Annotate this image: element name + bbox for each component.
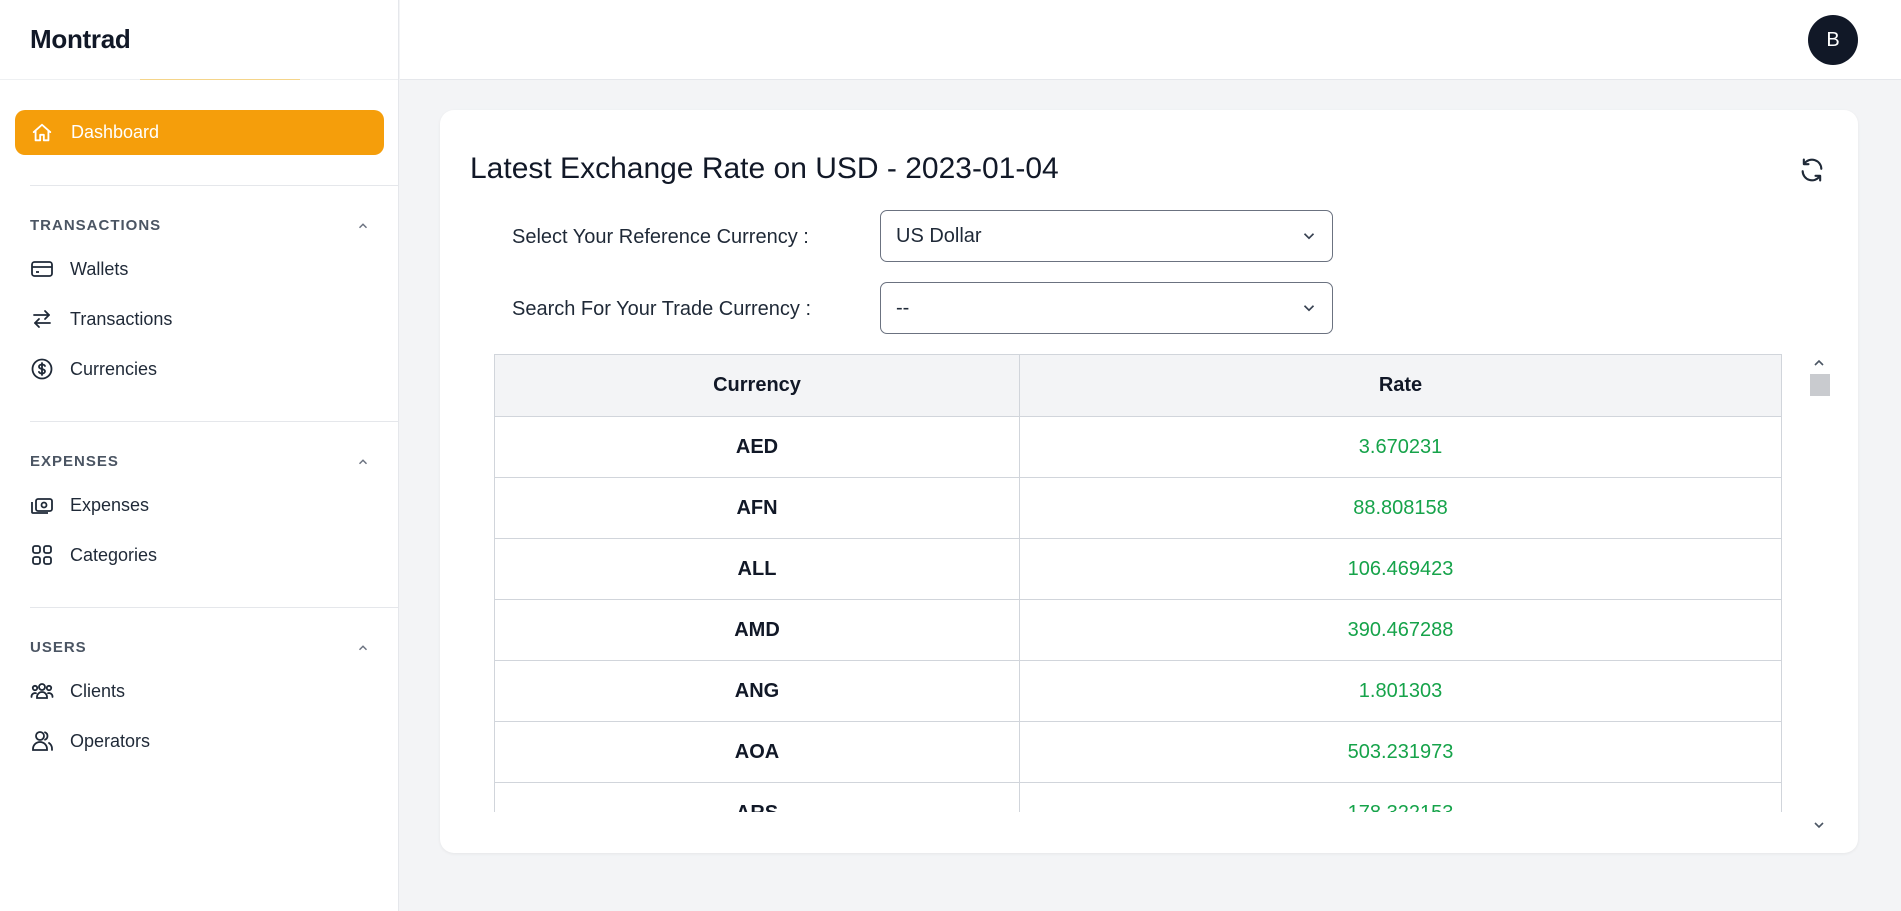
- table-scrollbar[interactable]: [1808, 354, 1830, 834]
- chevron-down-icon: [1300, 227, 1318, 245]
- page-title: Latest Exchange Rate on USD - 2023-01-04: [470, 152, 1059, 185]
- currency-cell: AMD: [494, 599, 1020, 661]
- rate-cell: 390.467288: [1019, 599, 1782, 661]
- table-row: ANG 1.801303: [494, 660, 1782, 722]
- rate-cell: 503.231973: [1019, 721, 1782, 783]
- select-value: US Dollar: [896, 224, 982, 247]
- sidebar-item-label: Dashboard: [71, 122, 160, 142]
- sidebar-item-categories[interactable]: Categories: [30, 543, 157, 567]
- scroll-thumb[interactable]: [1810, 374, 1830, 396]
- scroll-down-arrow-icon[interactable]: [1808, 816, 1830, 834]
- sidebar-item-label: Expenses: [70, 494, 150, 515]
- sidebar-item-wallets[interactable]: Wallets: [30, 257, 128, 281]
- trade-currency-label: Search For Your Trade Currency :: [512, 298, 812, 320]
- section-title-label: USERS: [30, 639, 87, 656]
- sidebar: Montrad Dashboard TRANSACTIONS Wallets T…: [0, 0, 399, 911]
- currency-cell: AOA: [494, 721, 1020, 783]
- chevron-up-icon: [356, 641, 370, 655]
- divider: [30, 185, 399, 186]
- sidebar-item-transactions[interactable]: Transactions: [30, 307, 172, 331]
- home-icon: [31, 122, 53, 144]
- table-header-row: Currency Rate: [494, 354, 1782, 417]
- table-row: AOA 503.231973: [494, 721, 1782, 783]
- column-header-rate: Rate: [1019, 354, 1782, 417]
- sidebar-item-expenses[interactable]: Expenses: [30, 493, 149, 517]
- currency-cell: ALL: [494, 538, 1020, 600]
- currency-cell: AED: [494, 416, 1020, 478]
- chevron-down-icon: [1300, 299, 1318, 317]
- chevron-up-icon: [356, 219, 370, 233]
- table-row: AMD 390.467288: [494, 599, 1782, 661]
- exchange-rate-card: Latest Exchange Rate on USD - 2023-01-04…: [440, 110, 1858, 853]
- rates-table-container[interactable]: Currency Rate AED 3.670231 AFN 88.808158…: [494, 354, 1782, 812]
- sidebar-item-label: Clients: [70, 680, 126, 701]
- user-pair-icon: [30, 729, 54, 753]
- rate-cell: 3.670231: [1019, 416, 1782, 478]
- table-row: AED 3.670231: [494, 416, 1782, 478]
- sidebar-item-label: Transactions: [70, 308, 173, 329]
- reference-currency-select[interactable]: US Dollar: [880, 210, 1333, 262]
- scroll-up-arrow-icon[interactable]: [1808, 354, 1830, 372]
- section-title-label: TRANSACTIONS: [30, 217, 162, 234]
- avatar[interactable]: B: [1808, 15, 1858, 65]
- currency-cell: ANG: [494, 660, 1020, 722]
- sidebar-item-label: Operators: [70, 730, 151, 751]
- sidebar-item-operators[interactable]: Operators: [30, 729, 150, 753]
- currency-cell: ARS: [494, 782, 1020, 812]
- wallet-icon: [30, 257, 54, 281]
- cash-icon: [30, 493, 54, 517]
- refresh-icon[interactable]: [1798, 156, 1826, 184]
- top-header: [400, 0, 1901, 80]
- divider: [30, 607, 399, 608]
- sidebar-item-label: Categories: [70, 544, 158, 565]
- rate-cell: 178.322153: [1019, 782, 1782, 812]
- grid-icon: [30, 543, 54, 567]
- rate-cell: 106.469423: [1019, 538, 1782, 600]
- sidebar-item-label: Currencies: [70, 358, 158, 379]
- reference-currency-label: Select Your Reference Currency :: [512, 226, 809, 248]
- rate-cell: 1.801303: [1019, 660, 1782, 722]
- sidebar-item-clients[interactable]: Clients: [30, 679, 125, 703]
- sidebar-item-label: Wallets: [70, 258, 129, 279]
- dollar-circle-icon: [30, 357, 54, 381]
- select-value: --: [896, 296, 910, 319]
- rates-table: Currency Rate AED 3.670231 AFN 88.808158…: [494, 354, 1782, 812]
- currency-cell: AFN: [494, 477, 1020, 539]
- arrows-left-right-icon: [30, 307, 54, 331]
- rate-cell: 88.808158: [1019, 477, 1782, 539]
- column-header-currency: Currency: [494, 354, 1020, 417]
- sidebar-item-currencies[interactable]: Currencies: [30, 357, 157, 381]
- section-transactions[interactable]: TRANSACTIONS: [30, 217, 370, 234]
- table-row: ARS 178.322153: [494, 782, 1782, 812]
- table-row: AFN 88.808158: [494, 477, 1782, 539]
- section-users[interactable]: USERS: [30, 639, 370, 656]
- sidebar-item-dashboard[interactable]: Dashboard: [15, 110, 384, 155]
- table-row: ALL 106.469423: [494, 538, 1782, 600]
- section-title-label: EXPENSES: [30, 453, 119, 470]
- divider: [30, 421, 399, 422]
- brand-logo[interactable]: Montrad: [0, 0, 398, 80]
- section-expenses[interactable]: EXPENSES: [30, 453, 370, 470]
- chevron-up-icon: [356, 455, 370, 469]
- trade-currency-select[interactable]: --: [880, 282, 1333, 334]
- users-group-icon: [30, 679, 54, 703]
